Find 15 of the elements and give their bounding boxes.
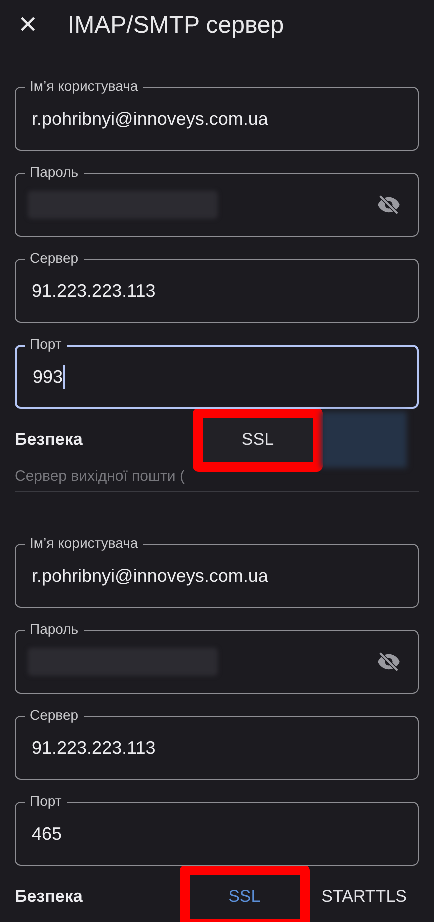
close-button[interactable]: ✕	[16, 8, 40, 44]
security-option[interactable]: STARTTLS	[310, 872, 419, 922]
field-value: r.pohribnyi@innoveys.com.ua	[32, 564, 268, 588]
security-label: Безпека	[15, 429, 84, 452]
text-cursor	[63, 365, 66, 389]
security-option[interactable]: SSL	[190, 875, 300, 919]
field-value: 465	[32, 822, 62, 846]
section-title: Сервер вихідної пошти (	[15, 468, 185, 485]
field-value: 91.223.223.113	[32, 280, 156, 302]
page-title: IMAP/SMTP сервер	[68, 10, 284, 40]
security-option[interactable]: SSL	[203, 418, 313, 462]
field-value: r.pohribnyi@innoveys.com.ua	[32, 108, 268, 131]
field-value: 91.223.223.113	[32, 736, 156, 760]
security-label: Безпека	[15, 886, 84, 908]
field-value: 993	[33, 364, 66, 390]
